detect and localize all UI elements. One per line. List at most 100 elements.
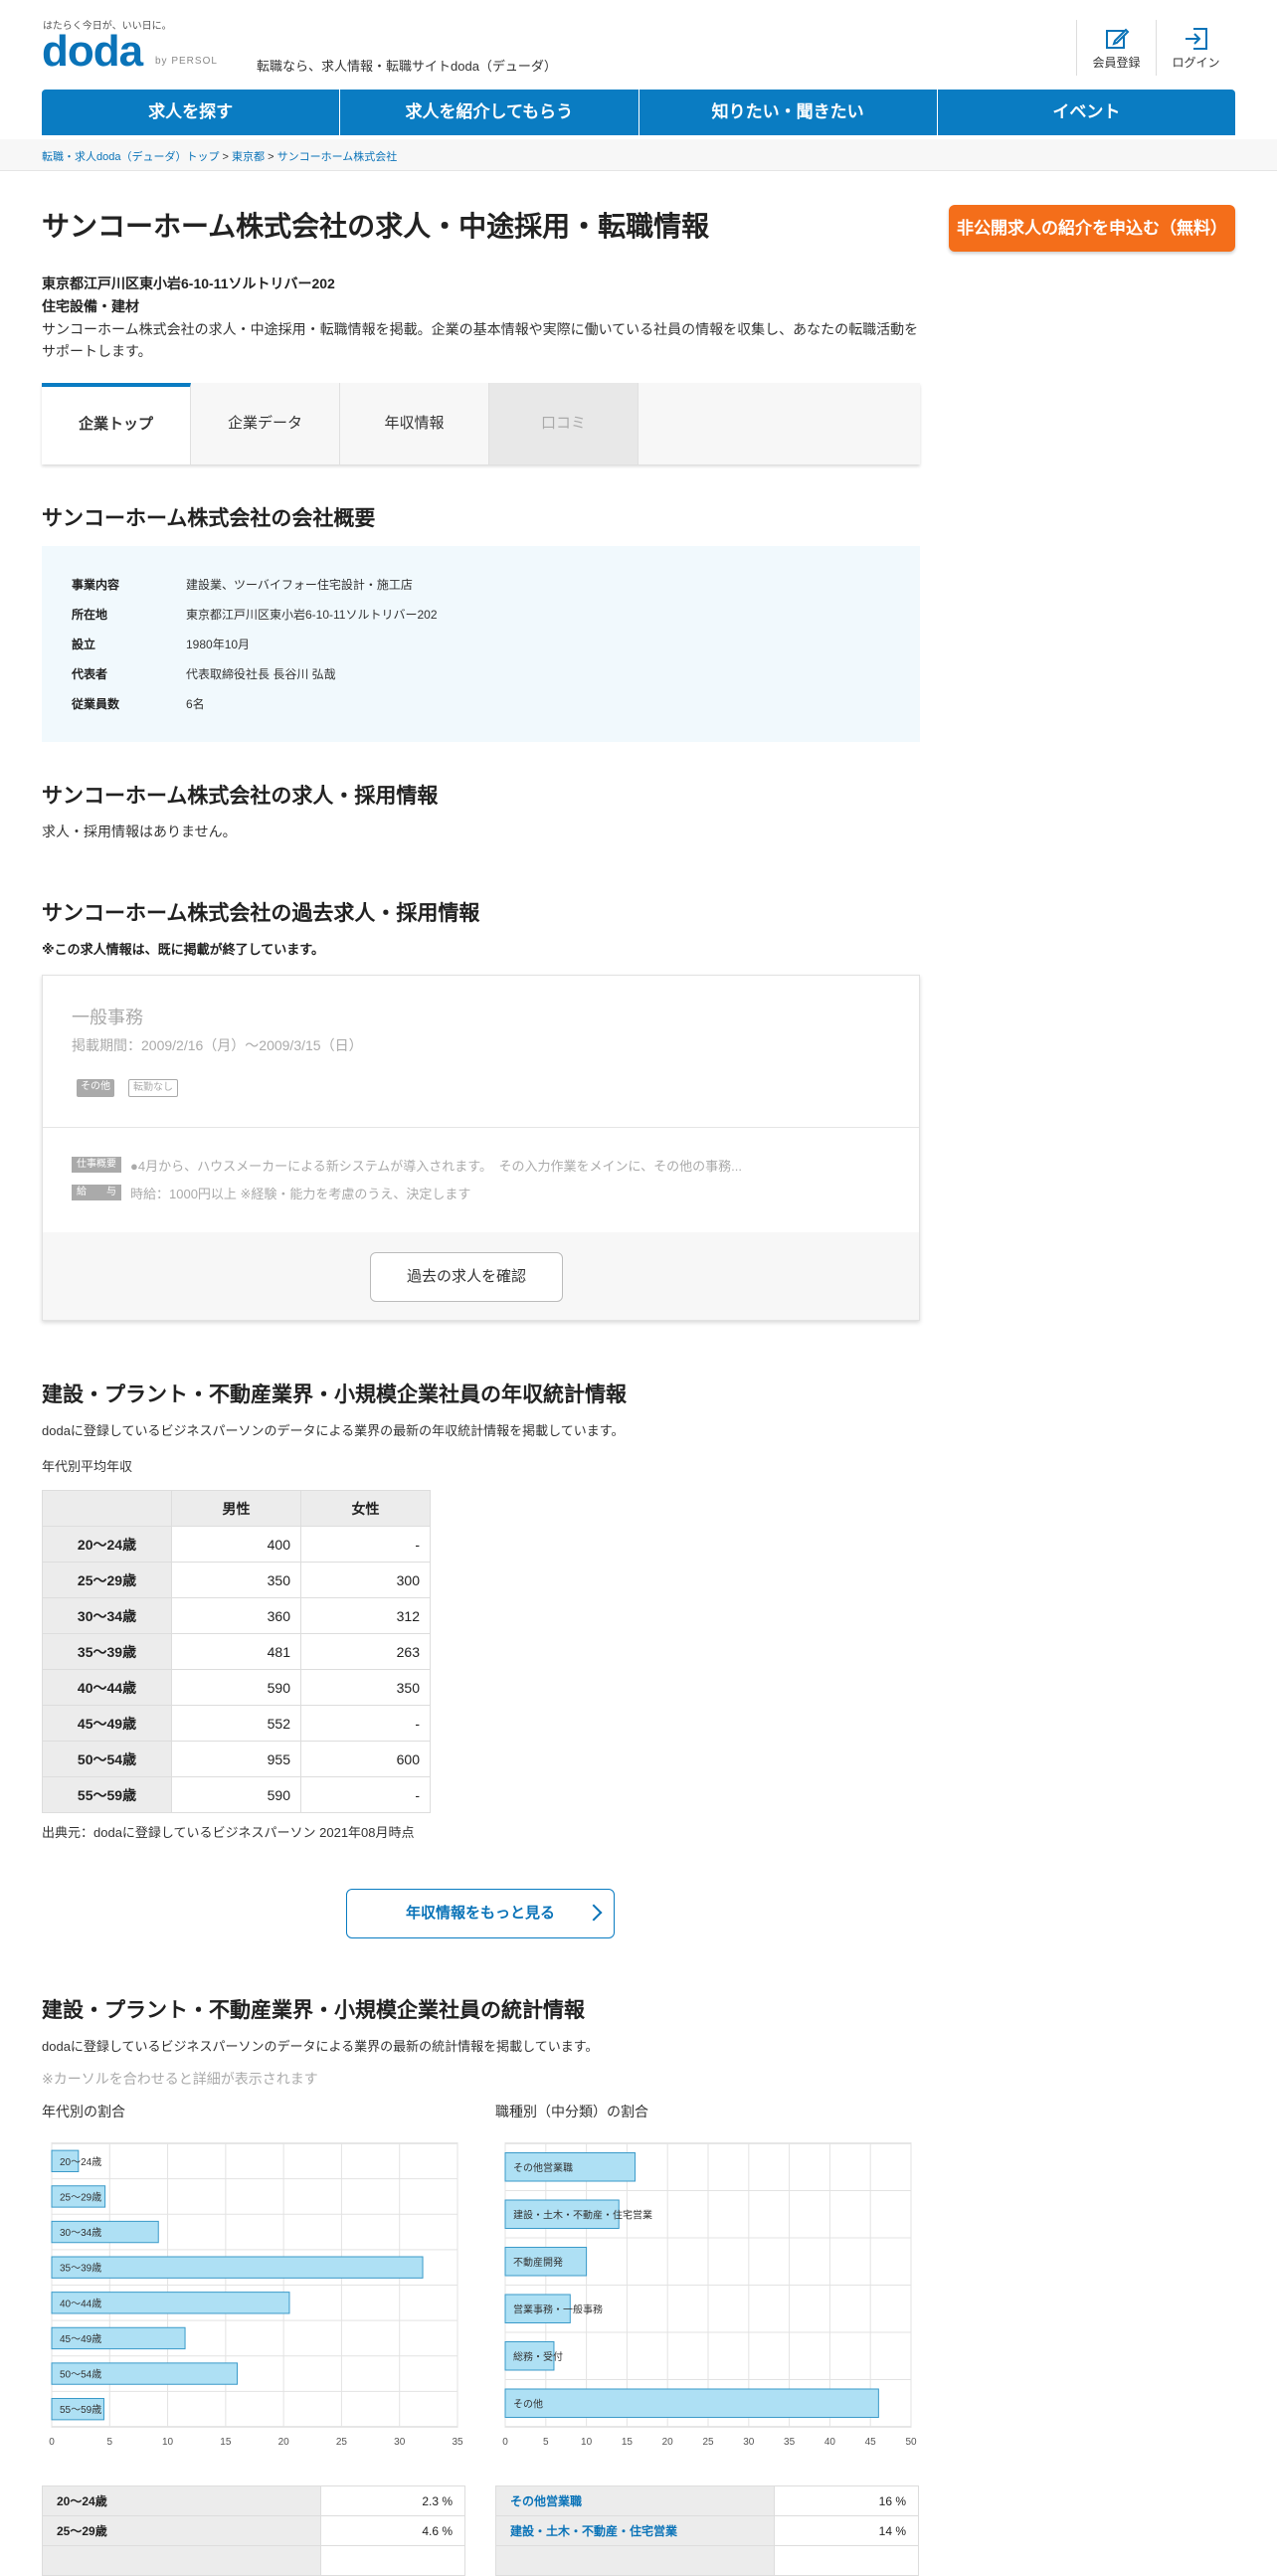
x-tick-label: 35 <box>452 2437 463 2448</box>
salary-heading: 建設・プラント・不動産業界・小規模企業社員の年収統計情報 <box>42 1383 627 1406</box>
view-past-job-button[interactable]: 過去の求人を確認 <box>370 1252 563 1302</box>
breadcrumb-company[interactable]: サンコーホーム株式会社 <box>277 151 398 163</box>
male-cell: 552 <box>171 1705 301 1742</box>
bar-label: 25～29歳 <box>60 2191 101 2203</box>
male-cell: 350 <box>171 1562 301 1598</box>
bar <box>51 2256 424 2279</box>
x-tick-label: 50 <box>905 2437 917 2448</box>
age-ratio-chart[interactable]: 0 5 10 15 20 25 30 35 20～24歳 25～29歳 30～34歳 35～39歳 40… <box>42 2133 469 2452</box>
breadcrumb-sep: > <box>268 151 274 163</box>
male-cell: 400 <box>171 1526 301 1563</box>
site-header: はたらく今日が、いい日に。 doda by PERSOL 転職なら、求人情報・転… <box>0 0 1277 76</box>
age-cell: 40～44歳 <box>42 1669 172 1706</box>
bar-label: 総務・受付 <box>513 2350 563 2363</box>
tag-other: その他 <box>77 1079 114 1097</box>
age-chart-title: 年代別の割合 <box>42 2104 125 2119</box>
age-key: 20～24歳 <box>42 2485 321 2516</box>
x-tick-label: 35 <box>784 2437 796 2448</box>
company-description: サンコーホーム株式会社の求人・中途採用・転職情報を掲載。企業の基本情報や実際に働… <box>42 321 919 359</box>
job-value: 14 % <box>774 2515 919 2546</box>
tab-salary-info[interactable]: 年収情報 <box>340 383 489 464</box>
x-tick-label: 15 <box>220 2437 232 2448</box>
x-tick-label: 40 <box>824 2437 836 2448</box>
request-private-jobs-button[interactable]: 非公開求人の紹介を申込む（無料） <box>949 205 1235 252</box>
age-cell: 35～39歳 <box>42 1633 172 1670</box>
divider <box>43 1127 919 1128</box>
expired-notice: ※この求人情報は、既に掲載が終了しています。 <box>42 942 324 957</box>
doda-logo[interactable]: doda <box>42 30 143 74</box>
salary-caption: 年代別平均年収 <box>42 1459 133 1474</box>
overview-key: 所在地 <box>72 608 108 622</box>
breadcrumb-top[interactable]: 転職・求人doda（デューダ）トップ <box>42 151 219 163</box>
bar-label: 50～54歳 <box>60 2369 101 2381</box>
login-button[interactable]: ログイン <box>1156 20 1235 76</box>
table-row: 25～29歳 350 300 <box>42 1562 431 1598</box>
overview-value: 東京都江戸川区東小岩6-10-11ソルトリバー202 <box>186 608 438 622</box>
col-female: 女性 <box>300 1490 431 1527</box>
age-value: 2.3 % <box>320 2485 465 2516</box>
global-nav: 求人を探す 求人を紹介してもらう 知りたい・聞きたい イベント <box>42 90 1235 135</box>
overview-heading: サンコーホーム株式会社の会社概要 <box>42 507 376 530</box>
bar-label: 35～39歳 <box>60 2263 101 2275</box>
x-tick-label: 20 <box>278 2437 290 2448</box>
register-label: 会員登録 <box>1092 56 1141 70</box>
female-cell: 263 <box>300 1633 431 1670</box>
job-ratio-chart[interactable]: 0 5 10 15 20 25 30 35 40 45 50 その他営業職建設・土木・不動産・住宅営業… <box>495 2133 923 2452</box>
more-salary-label: 年収情報をもっと見る <box>405 1905 555 1922</box>
job-key[interactable]: 建設・土木・不動産・住宅営業 <box>495 2515 775 2546</box>
breadcrumb-tokyo[interactable]: 東京都 <box>232 151 265 163</box>
salary-description: dodaに登録しているビジネスパーソンのデータによる業界の最新の年収統計情報を掲… <box>42 1423 625 1438</box>
tab-company-data[interactable]: 企業データ <box>191 383 340 464</box>
job-chart-title: 職種別（中分類）の割合 <box>495 2104 648 2119</box>
nav-item-get-introduced[interactable]: 求人を紹介してもらう <box>340 90 639 135</box>
female-cell: 300 <box>300 1562 431 1598</box>
table-row: 50～54歳 955 600 <box>42 1741 431 1777</box>
nav-item-search-jobs[interactable]: 求人を探す <box>42 90 341 135</box>
tab-company-top[interactable]: 企業トップ <box>42 383 191 464</box>
work-summary: ●4月から、ハウスメーカーによる新システムが導入されます。 その入力作業をメイン… <box>130 1159 742 1174</box>
breadcrumb-sep: > <box>222 151 229 163</box>
more-salary-button[interactable]: 年収情報をもっと見る <box>346 1889 615 1938</box>
stats-description: dodaに登録しているビジネスパーソンのデータによる業界の最新の統計情報を掲載し… <box>42 2039 599 2054</box>
male-cell: 590 <box>171 1776 301 1813</box>
pay-label: 給 与 <box>72 1185 121 1200</box>
bar-label: 不動産開発 <box>513 2256 563 2269</box>
x-tick-label: 15 <box>622 2437 634 2448</box>
tag-no-transfer: 転勤なし <box>128 1079 178 1097</box>
nav-item-learn-ask[interactable]: 知りたい・聞きたい <box>639 90 938 135</box>
age-key: 25～29歳 <box>42 2515 321 2546</box>
tab-reviews: 口コミ <box>489 383 638 464</box>
table-row: 20～24歳 2.3 % <box>42 2485 465 2516</box>
stats-heading: 建設・プラント・不動産業界・小規模企業社員の統計情報 <box>42 1999 585 2022</box>
chevron-right-icon <box>585 1904 603 1922</box>
age-value: 4.6 % <box>320 2515 465 2546</box>
female-cell: 600 <box>300 1741 431 1777</box>
overview-value: 1980年10月 <box>186 638 251 651</box>
jobs-heading: サンコーホーム株式会社の求人・採用情報 <box>42 785 439 808</box>
x-tick-label: 25 <box>336 2437 348 2448</box>
site-tagline: 転職なら、求人情報・転職サイトdoda（デューダ） <box>257 59 557 74</box>
table-row: 35～39歳 481 263 <box>42 1633 431 1670</box>
x-tick-label: 45 <box>865 2437 877 2448</box>
bar-label: 20～24歳 <box>60 2156 101 2168</box>
job-ratio-table: その他営業職 16 % 建設・土木・不動産・住宅営業 14 % <box>495 2485 919 2576</box>
col-male: 男性 <box>171 1490 301 1527</box>
age-cell: 20～24歳 <box>42 1526 172 1563</box>
table-row <box>495 2545 919 2576</box>
bar-label: 建設・土木・不動産・住宅営業 <box>513 2208 652 2221</box>
past-job-title[interactable]: 一般事務 <box>72 1004 143 1029</box>
female-cell: 350 <box>300 1669 431 1706</box>
company-info: 東京都江戸川区東小岩6-10-11ソルトリバー202 住宅設備・建材 <box>42 273 335 318</box>
x-tick-label: 20 <box>662 2437 674 2448</box>
nav-item-events[interactable]: イベント <box>938 90 1235 135</box>
corner-cell <box>42 1490 172 1527</box>
past-jobs-heading: サンコーホーム株式会社の過去求人・採用情報 <box>42 902 480 925</box>
x-tick-label: 0 <box>502 2437 508 2448</box>
female-cell: - <box>300 1705 431 1742</box>
bar <box>504 2388 879 2418</box>
register-button[interactable]: 会員登録 <box>1076 20 1156 76</box>
company-industry: 住宅設備・建材 <box>42 298 139 314</box>
salary-header-row: 男性 女性 <box>42 1490 431 1527</box>
logo-by-persol: by PERSOL <box>155 56 218 67</box>
job-key[interactable]: その他営業職 <box>495 2485 775 2516</box>
